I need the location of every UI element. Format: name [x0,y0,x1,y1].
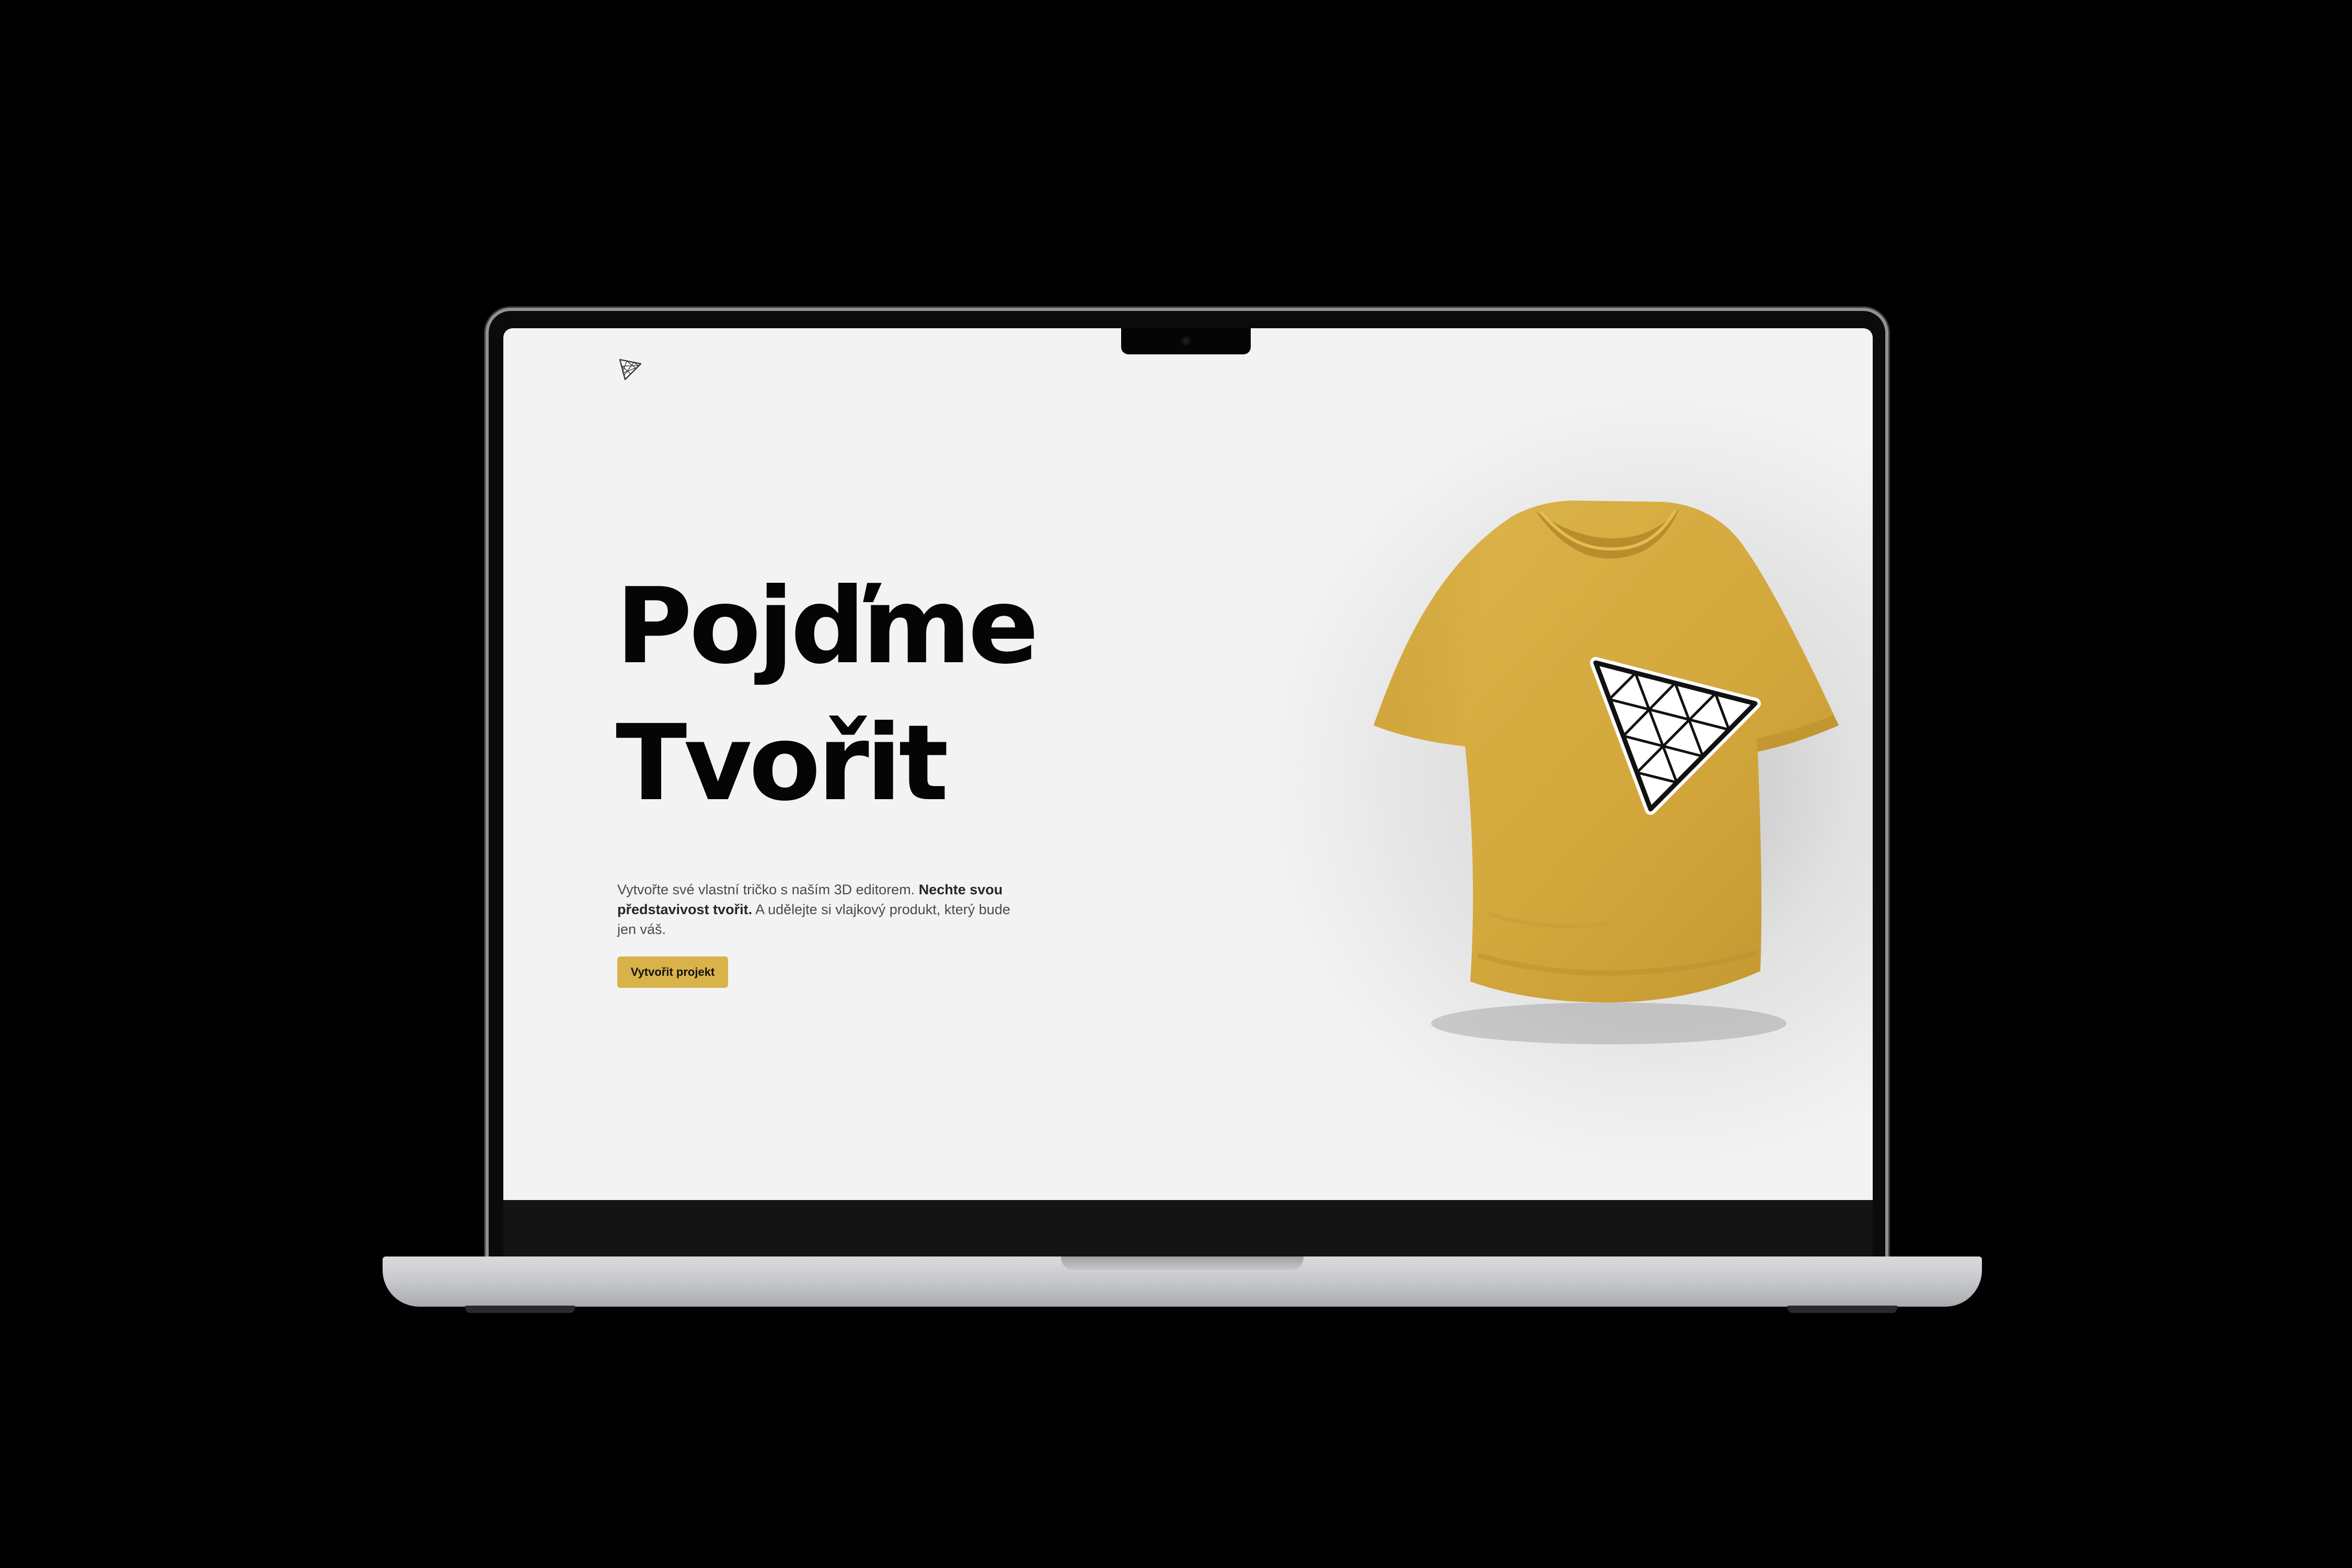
laptop-bezel-chin [503,1200,1873,1256]
hero-heading: Pojďme Tvořit [616,558,1039,832]
laptop-base [383,1256,1982,1307]
hero-description: Vytvořte své vlastní tričko s naším 3D e… [617,880,1014,939]
laptop-foot-left [465,1306,575,1313]
hero-description-text-1: Vytvořte své vlastní tričko s naším 3D e… [617,882,919,897]
webcam-icon [1181,336,1191,345]
hero-heading-line-2: Tvořit [616,702,949,824]
browser-viewport: Pojďme Tvořit Vytvořte své vlastní tričk… [503,328,1873,1200]
create-project-button[interactable]: Vytvořit projekt [617,956,728,988]
lid-opening-groove [1061,1256,1304,1270]
camera-notch [1121,328,1251,354]
laptop-mockup-scene: Pojďme Tvořit Vytvořte své vlastní tričk… [0,0,2352,1568]
laptop-foot-right [1788,1306,1897,1313]
hero-heading-line-1: Pojďme [616,566,1039,687]
triangle-grid-logo-icon[interactable] [618,358,642,382]
tshirt-product-image [1374,500,1839,1044]
